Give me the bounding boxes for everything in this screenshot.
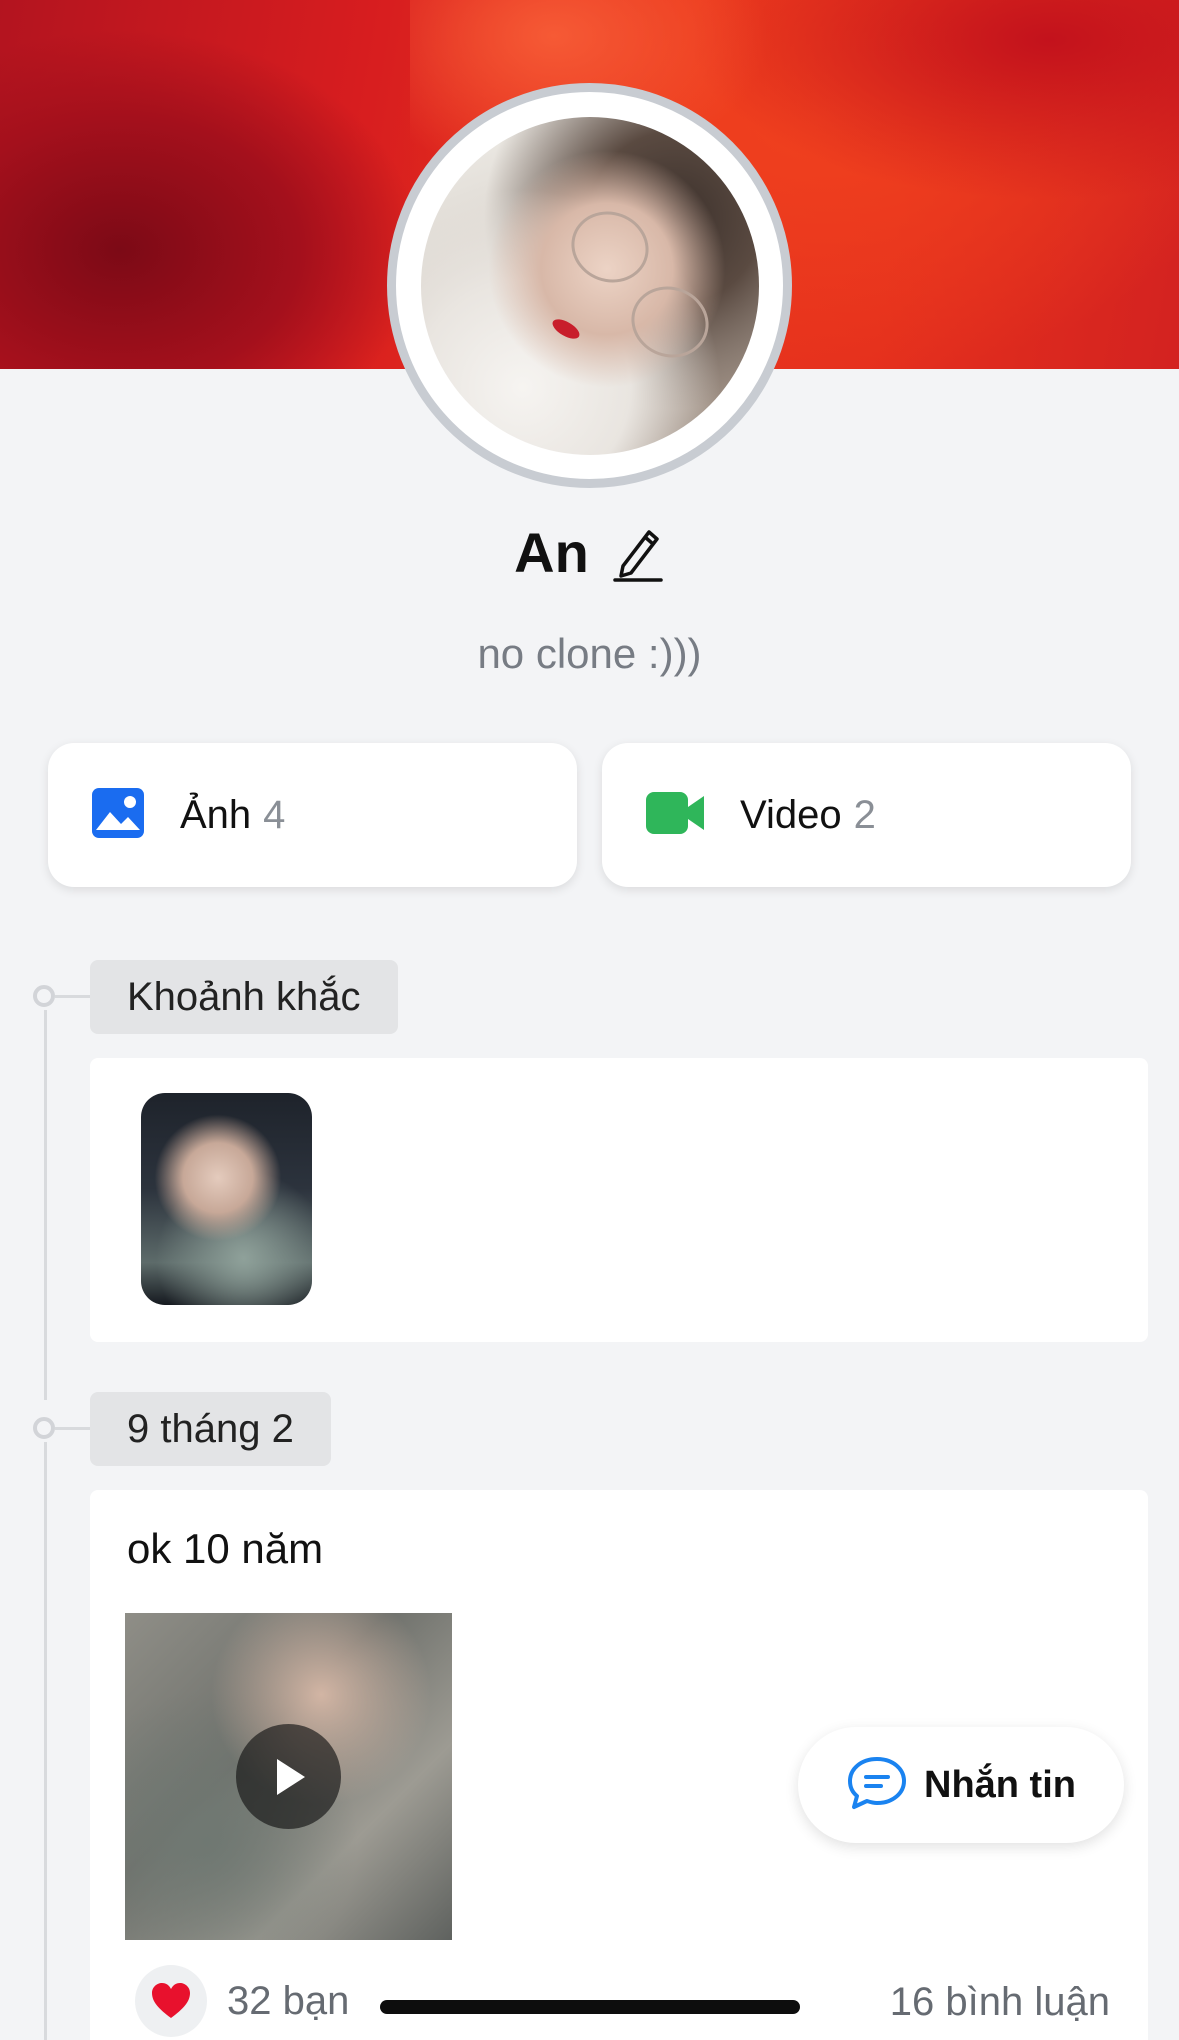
videos-count: 2 bbox=[853, 792, 876, 837]
timeline-line bbox=[44, 1010, 47, 1400]
avatar-image bbox=[420, 116, 759, 455]
post-video-thumbnail[interactable] bbox=[125, 1613, 452, 1940]
message-button[interactable]: Nhắn tin bbox=[798, 1727, 1124, 1843]
photos-count: 4 bbox=[263, 792, 286, 837]
timeline-dot bbox=[33, 985, 55, 1007]
moments-panel bbox=[90, 1058, 1148, 1342]
reaction-count: 32 bạn bbox=[227, 1978, 350, 2023]
reaction-summary[interactable]: 32 bạn bbox=[135, 1965, 349, 2037]
videos-button[interactable]: Video 2 bbox=[602, 743, 1131, 887]
profile-status: no clone :))) bbox=[477, 630, 702, 677]
avatar-glasses-right bbox=[620, 275, 719, 368]
play-button[interactable] bbox=[236, 1724, 341, 1829]
timeline-tick bbox=[55, 995, 90, 998]
message-label: Nhắn tin bbox=[924, 1763, 1076, 1806]
photos-button[interactable]: Ảnh 4 bbox=[48, 743, 577, 887]
pencil-edit-icon[interactable] bbox=[611, 522, 665, 584]
timeline-dot bbox=[33, 1417, 55, 1439]
avatar-glasses-left bbox=[560, 200, 659, 293]
image-icon bbox=[90, 786, 146, 845]
play-icon bbox=[276, 1758, 305, 1795]
timeline-line bbox=[44, 1442, 47, 2040]
chat-bubble-icon bbox=[846, 1755, 908, 1816]
profile-page: An no clone :))) Ảnh 4 Video 2 Khoảnh kh… bbox=[0, 0, 1179, 2040]
profile-name-row: An bbox=[0, 520, 1179, 585]
post-date-tag: 9 tháng 2 bbox=[90, 1392, 331, 1466]
comments-count[interactable]: 16 bình luận bbox=[890, 1980, 1110, 2025]
timeline-tick bbox=[55, 1427, 90, 1430]
home-indicator[interactable] bbox=[380, 2000, 800, 2014]
video-camera-icon bbox=[644, 790, 706, 841]
heart-icon bbox=[135, 1965, 207, 2037]
moments-tag: Khoảnh khắc bbox=[90, 960, 398, 1034]
avatar[interactable] bbox=[387, 83, 792, 488]
moment-thumbnail[interactable] bbox=[141, 1093, 312, 1305]
profile-name: An bbox=[514, 521, 589, 584]
avatar-lips bbox=[549, 314, 582, 343]
photos-label: Ảnh bbox=[180, 792, 252, 837]
post-text: ok 10 năm bbox=[127, 1525, 324, 1572]
videos-label: Video bbox=[740, 792, 842, 837]
